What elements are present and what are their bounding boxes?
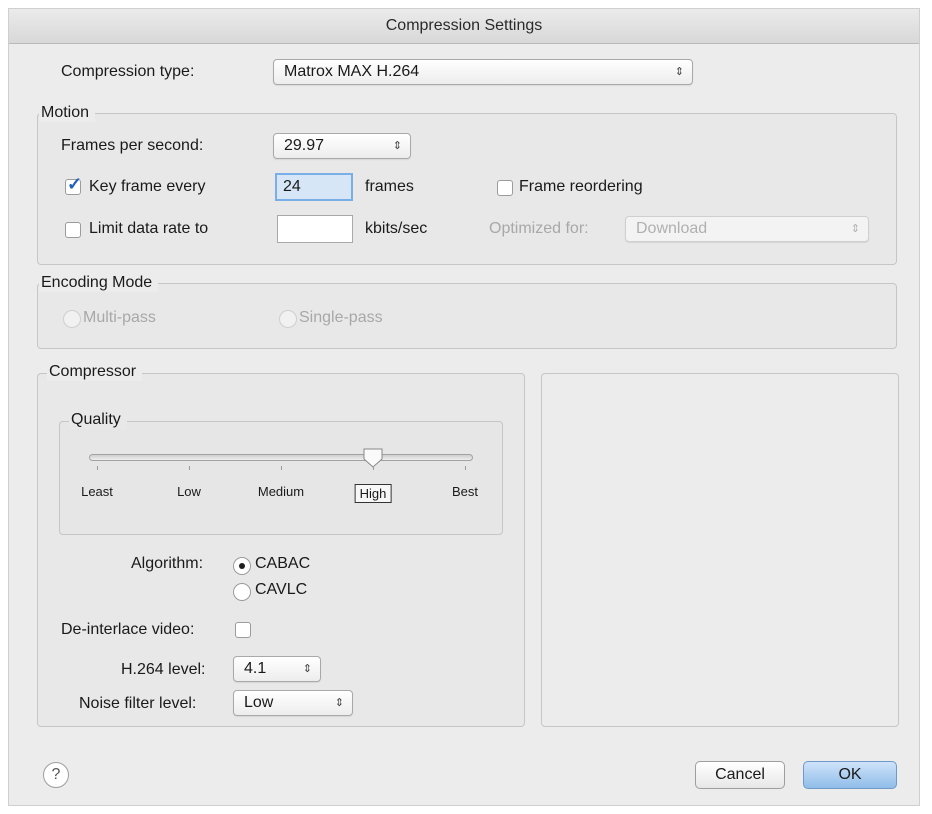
frame-reordering-label: Frame reordering: [519, 178, 643, 195]
compression-type-value: Matrox MAX H.264: [284, 63, 420, 80]
window-title: Compression Settings: [9, 9, 919, 44]
algorithm-label: Algorithm:: [131, 555, 204, 572]
deinterlace-label: De-interlace video:: [61, 621, 195, 638]
compression-type-label: Compression type:: [61, 63, 195, 80]
quality-group: [59, 421, 503, 535]
radio-selected-dot: [239, 563, 245, 569]
cancel-button[interactable]: Cancel: [695, 761, 785, 789]
fps-value: 29.97: [284, 137, 325, 154]
noise-filter-label: Noise filter level:: [79, 695, 197, 712]
quality-tick: [189, 466, 190, 470]
cavlc-label: CAVLC: [255, 581, 308, 598]
limit-data-rate-checkbox[interactable]: [65, 222, 81, 238]
h264-level-value: 4.1: [244, 660, 267, 677]
key-frame-checkbox[interactable]: ✓: [65, 174, 82, 195]
single-pass-label: Single-pass: [299, 309, 383, 326]
cavlc-radio[interactable]: [233, 583, 251, 601]
quality-tick-label-best[interactable]: Best: [452, 484, 478, 499]
quality-tick: [373, 466, 374, 470]
popup-arrows-icon: ⇕: [334, 697, 344, 709]
help-button[interactable]: ?: [43, 762, 69, 788]
key-frame-label: Key frame every: [89, 178, 206, 195]
cabac-label: CABAC: [255, 555, 311, 572]
noise-filter-popup[interactable]: Low ⇕: [233, 690, 353, 716]
encoding-mode-title: Encoding Mode: [39, 274, 159, 292]
fps-label: Frames per second:: [61, 137, 204, 154]
quality-tick-label-low[interactable]: Low: [177, 484, 201, 499]
single-pass-radio[interactable]: [279, 310, 297, 328]
multi-pass-radio[interactable]: [63, 310, 81, 328]
ok-button[interactable]: OK: [803, 761, 897, 789]
deinterlace-checkbox[interactable]: [235, 622, 251, 638]
quality-tick: [97, 466, 98, 470]
optimized-for-popup[interactable]: Download ⇕: [625, 216, 869, 242]
quality-tick: [281, 466, 282, 470]
compression-settings-window: Compression Settings Compression type: M…: [8, 8, 920, 806]
cabac-radio[interactable]: [233, 557, 251, 575]
key-frame-unit: frames: [365, 178, 414, 195]
quality-tick: [465, 466, 466, 470]
quality-title: Quality: [69, 411, 127, 429]
limit-data-rate-label: Limit data rate to: [89, 220, 209, 237]
popup-arrows-icon: ⇕: [302, 663, 312, 675]
encoding-mode-group: [37, 283, 897, 349]
h264-level-popup[interactable]: 4.1 ⇕: [233, 656, 321, 682]
quality-slider-track[interactable]: [89, 454, 473, 461]
multi-pass-label: Multi-pass: [83, 309, 156, 326]
popup-arrows-icon: ⇕: [392, 140, 402, 152]
popup-arrows-icon: ⇕: [850, 223, 860, 235]
compression-type-popup[interactable]: Matrox MAX H.264 ⇕: [273, 59, 693, 85]
quality-tick-label-high[interactable]: High: [354, 484, 392, 503]
fps-popup[interactable]: 29.97 ⇕: [273, 133, 411, 159]
popup-arrows-icon: ⇕: [674, 66, 684, 78]
compressor-title: Compressor: [47, 363, 143, 381]
frame-reordering-checkbox[interactable]: [497, 180, 513, 196]
optimized-for-label: Optimized for:: [489, 220, 589, 237]
h264-level-label: H.264 level:: [121, 661, 206, 678]
preview-panel: [541, 373, 899, 727]
noise-filter-value: Low: [244, 694, 274, 711]
checkmark-icon: ✓: [67, 174, 83, 194]
key-frame-input[interactable]: 24: [275, 173, 353, 201]
quality-tick-label-medium[interactable]: Medium: [258, 484, 304, 499]
limit-data-rate-unit: kbits/sec: [365, 220, 428, 237]
optimized-for-value: Download: [636, 220, 708, 237]
quality-tick-label-least[interactable]: Least: [81, 484, 113, 499]
limit-data-rate-input[interactable]: [277, 215, 353, 243]
motion-group-title: Motion: [39, 104, 96, 122]
